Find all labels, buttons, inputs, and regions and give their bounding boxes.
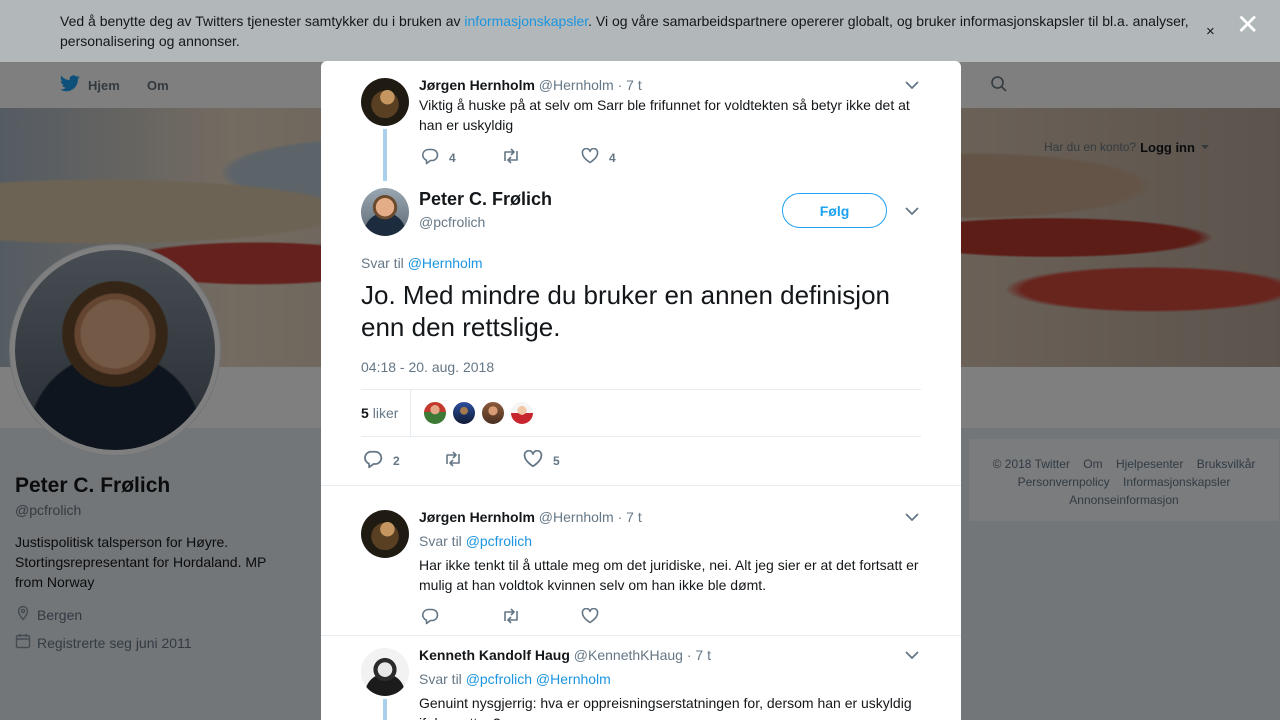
retweet-icon	[501, 148, 521, 167]
tweet-author-name[interactable]: Kenneth Kandolf Haug	[419, 647, 570, 663]
liker-avatar[interactable]	[423, 401, 448, 425]
reply-prefix: Svar til	[361, 255, 404, 271]
avatar[interactable]	[361, 510, 409, 558]
thread-line	[383, 129, 387, 181]
reply-context: Svar til @Hernholm	[361, 255, 483, 271]
tweet-time[interactable]: · 7 t	[618, 509, 642, 525]
reply-count: 2	[393, 453, 400, 468]
like-button[interactable]: 5	[523, 449, 560, 471]
reply-button[interactable]: 2	[363, 449, 443, 472]
reply-mention-link[interactable]: @Hernholm	[408, 255, 483, 271]
liker-avatar[interactable]	[510, 401, 535, 425]
tweet-time[interactable]: · 7 t	[687, 647, 711, 663]
like-button[interactable]	[581, 607, 599, 627]
main-tweet-text: Jo. Med mindre du bruker en annen defini…	[361, 280, 890, 342]
retweet-icon	[501, 608, 521, 627]
tweet-author-handle[interactable]: @Hernholm	[539, 509, 614, 525]
like-count: 5	[553, 453, 560, 468]
reply-mention-link[interactable]: @pcfrolich	[466, 533, 532, 549]
main-tweet-timestamp[interactable]: 04:18 - 20. aug. 2018	[361, 359, 494, 375]
reply-prefix: Svar til	[419, 533, 462, 549]
heart-icon	[523, 449, 543, 471]
retweet-button[interactable]	[501, 608, 581, 627]
reply-context: Svar til @pcfrolich	[419, 533, 532, 549]
liker-avatar[interactable]	[481, 401, 506, 425]
tweet-modal: Jørgen Hernholm @Hernholm · 7 t Viktig å…	[321, 61, 961, 720]
reply-count: 4	[449, 150, 456, 165]
cookie-text-before: Ved å benytte deg av Twitters tjenester …	[60, 13, 465, 29]
reply-prefix: Svar til	[419, 671, 462, 687]
main-tweet-actions: 2 5	[363, 449, 560, 472]
reply-mention-link[interactable]: @pcfrolich @Hernholm	[466, 671, 611, 687]
avatar[interactable]	[361, 78, 409, 126]
likes-count-number: 5	[361, 405, 369, 421]
tweet-header: Jørgen Hernholm @Hernholm · 7 t	[419, 77, 642, 93]
liker-avatar[interactable]	[452, 401, 477, 425]
follow-button[interactable]: Følg	[782, 193, 887, 228]
modal-close-button[interactable]: ✕	[1236, 11, 1259, 39]
tweet-author-name[interactable]: Jørgen Hernholm	[419, 509, 535, 525]
main-tweet-author-name[interactable]: Peter C. Frølich	[419, 189, 552, 210]
heart-icon	[581, 607, 599, 627]
like-count: 4	[609, 150, 616, 165]
retweet-icon	[443, 451, 463, 470]
reply-icon	[421, 607, 439, 628]
main-tweet-author-handle[interactable]: @pcfrolich	[419, 214, 485, 230]
tweet-header: Kenneth Kandolf Haug @KennethKHaug · 7 t	[419, 647, 711, 663]
likes-count-label: liker	[372, 405, 399, 421]
cookie-close-button[interactable]: ×	[1206, 23, 1215, 40]
reply-icon	[363, 449, 383, 472]
cookie-banner: Ved å benytte deg av Twitters tjenester …	[0, 0, 1280, 62]
tweet-time[interactable]: · 7 t	[618, 77, 642, 93]
heart-icon	[581, 147, 599, 167]
retweet-button[interactable]	[501, 148, 581, 167]
reply-context: Svar til @pcfrolich @Hernholm	[419, 671, 611, 687]
like-button[interactable]: 4	[581, 147, 616, 167]
cookie-link[interactable]: informasjonskapsler	[464, 13, 588, 29]
retweet-button[interactable]	[443, 451, 523, 470]
reply-button[interactable]: 4	[421, 147, 501, 168]
tweet-header: Jørgen Hernholm @Hernholm · 7 t	[419, 509, 642, 525]
tweet-text: Har ikke tenkt til å uttale meg om det j…	[419, 557, 919, 593]
cookie-banner-text: Ved å benytte deg av Twitters tjenester …	[60, 11, 1200, 51]
tweet-actions: 4 4	[421, 147, 616, 168]
tweet-text: Genuint nysgjerrig: hva er oppreisningse…	[419, 695, 912, 720]
reply-icon	[421, 147, 439, 168]
likes-summary: 5 liker	[361, 389, 921, 437]
tweet-author-handle[interactable]: @KennethKHaug	[574, 647, 683, 663]
tweet-actions	[421, 607, 599, 628]
divider	[321, 485, 961, 486]
tweet-author-name[interactable]: Jørgen Hernholm	[419, 77, 535, 93]
tweet-author-handle[interactable]: @Hernholm	[539, 77, 614, 93]
tweet-text: Viktig å huske på at selv om Sarr ble fr…	[419, 97, 910, 133]
avatar[interactable]	[361, 188, 409, 236]
divider	[321, 635, 961, 636]
thread-line	[383, 699, 387, 720]
likes-count-link[interactable]: 5 liker	[361, 389, 412, 437]
avatar[interactable]	[361, 648, 409, 696]
reply-button[interactable]	[421, 607, 501, 628]
